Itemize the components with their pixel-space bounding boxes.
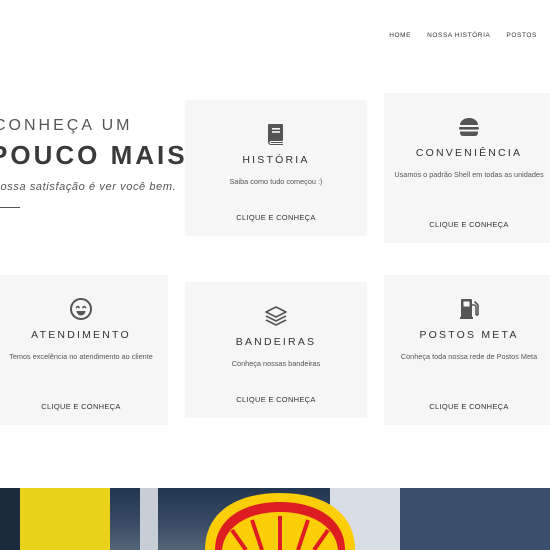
card-title: HISTÓRIA [242,154,310,166]
hero-heading-line1: CONHEÇA UM [0,117,133,134]
hero-divider [0,207,20,208]
hero-heading-line2: POUCO MAIS [0,140,188,170]
card-atendimento[interactable]: ATENDIMENTO Temos excelência no atendime… [0,275,168,425]
card-cta-link[interactable]: CLIQUE E CONHEÇA [384,402,550,411]
card-conveniencia[interactable]: CONVENIÊNCIA Usamos o padrão Shell em to… [384,93,550,243]
shell-station-image [0,488,550,550]
card-description: Conheça nossas bandeiras [231,359,321,368]
card-title: ATENDIMENTO [31,329,131,341]
smile-icon [69,297,93,321]
nav-stations-link[interactable]: POSTOS [506,32,537,39]
card-cta-link[interactable]: CLIQUE E CONHEÇA [185,213,367,222]
card-title: CONVENIÊNCIA [415,147,523,159]
card-cta-link[interactable]: CLIQUE E CONHEÇA [185,395,367,404]
card-cta-link[interactable]: CLIQUE E CONHEÇA [384,220,550,229]
nav-home-link[interactable]: HOME [389,32,411,39]
card-description: Saiba como tudo começou :) [229,177,323,186]
nav-history-link[interactable]: NOSSA HISTÓRIA [427,32,490,39]
card-postos-meta[interactable]: POSTOS META Conheça toda nossa rede de P… [384,275,550,425]
book-icon [264,122,288,146]
card-bandeiras[interactable]: BANDEIRAS Conheça nossas bandeiras CLIQU… [185,282,367,418]
top-nav: HOME NOSSA HISTÓRIA POSTOS [389,32,537,39]
card-description: Conheça toda nossa rede de Postos Meta [400,352,538,361]
gas-pump-icon [457,297,481,321]
card-title: POSTOS META [419,329,519,341]
station-photo [0,488,550,550]
card-description: Usamos o padrão Shell em todas as unidad… [394,170,544,179]
card-description: Temos excelência no atendimento ao clien… [9,352,153,361]
card-historia[interactable]: HISTÓRIA Saiba como tudo começou :) CLIQ… [185,100,367,236]
burger-icon [457,115,481,139]
layers-icon [264,304,288,328]
card-title: BANDEIRAS [235,336,317,348]
hero-tagline: Nossa satisfação é ver você bem. [0,181,177,193]
card-cta-link[interactable]: CLIQUE E CONHEÇA [0,402,168,411]
